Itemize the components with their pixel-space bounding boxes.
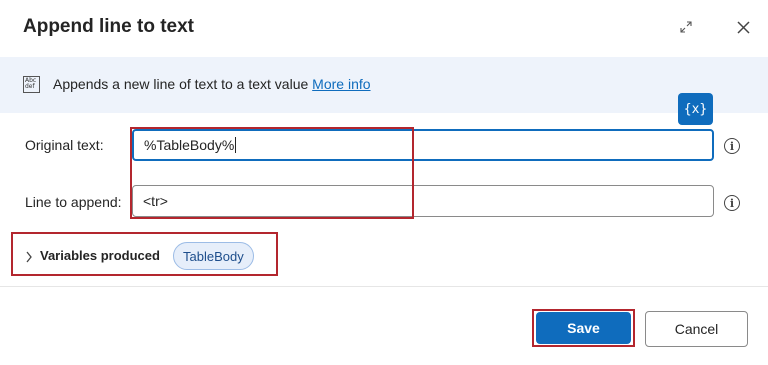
expand-icon[interactable] (679, 20, 693, 34)
original-text-label: Original text: (25, 137, 104, 153)
footer-divider (0, 286, 768, 287)
append-line-dialog: Append line to text Abc def Appends a ne… (0, 0, 768, 365)
line-to-append-label: Line to append: (25, 194, 122, 210)
highlight-box-variables (11, 232, 278, 276)
highlight-box-inputs (130, 127, 414, 219)
cancel-button[interactable]: Cancel (645, 311, 748, 347)
original-text-info-icon[interactable]: i (724, 138, 740, 154)
highlight-box-save (532, 309, 635, 347)
close-icon[interactable] (736, 20, 751, 35)
dialog-title: Append line to text (23, 16, 194, 37)
info-bar: Abc def Appends a new line of text to a … (0, 57, 768, 113)
info-description: Appends a new line of text to a text val… (53, 76, 371, 92)
abc-def-text-icon: Abc def (23, 76, 40, 93)
insert-variable-button[interactable]: {x} (678, 93, 713, 125)
line-to-append-info-icon[interactable]: i (724, 195, 740, 211)
more-info-link[interactable]: More info (312, 76, 370, 92)
